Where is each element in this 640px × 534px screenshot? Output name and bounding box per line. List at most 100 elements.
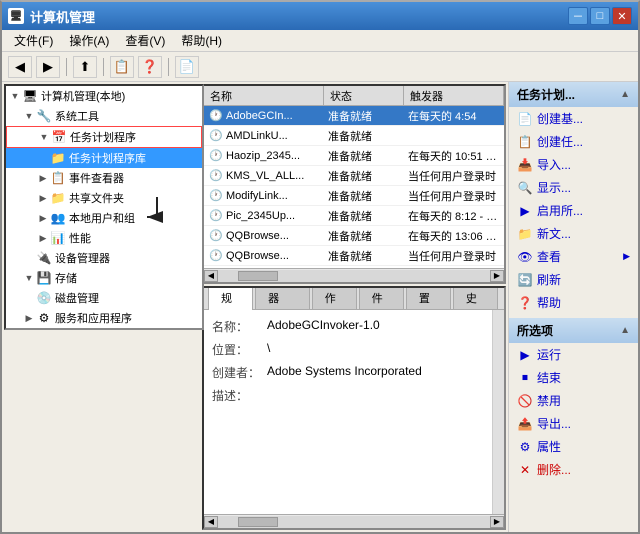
ops-delete[interactable]: ✕ 删除... [509,458,638,481]
end-icon: ⏹ [517,370,533,386]
tab-actions[interactable]: 操作 [312,286,357,309]
tree-task-scheduler[interactable]: ▼ 📅 任务计划程序 [6,126,202,148]
tab-history[interactable]: 历史 [453,286,498,309]
ops-refresh[interactable]: 🔄 刷新 [509,268,638,291]
up-button[interactable]: ⬆ [73,56,97,78]
ops-export[interactable]: 📤 导出... [509,412,638,435]
ops-help[interactable]: ❓ 帮助 [509,291,638,314]
minimize-button[interactable]: － [568,7,588,25]
task-row[interactable]: 🕐 ModifyLink... 准备就绪 当任何用户登录时 [204,186,504,206]
menu-help[interactable]: 帮助(H) [173,30,230,51]
menu-bar: 文件(F) 操作(A) 查看(V) 帮助(H) [2,30,638,52]
task-icon: 📅 [51,129,67,145]
view-icon: 👁 [517,249,533,265]
maximize-button[interactable]: □ [590,7,610,25]
window-title: 计算机管理 [30,7,95,26]
col-header-status[interactable]: 状态 [324,86,404,105]
import-icon: 📥 [517,157,533,173]
tab-triggers[interactable]: 触发器 [255,286,310,309]
task-row[interactable]: 🕐 KMS_VL_ALL... 准备就绪 当任何用户登录时 [204,166,504,186]
ops-create-task[interactable]: 📋 创建任... [509,130,638,153]
ops-view[interactable]: 👁 查看 ▶ [509,245,638,268]
view-arrow-icon: ▶ [623,251,630,262]
detail-label-location: 位置： [212,341,267,358]
help-button[interactable]: ❓ [138,56,162,78]
new-folder-icon: 📁 [517,226,533,242]
disk-icon: 💿 [36,290,52,306]
scroll-right-btn[interactable]: ▶ [490,270,504,282]
ops-show[interactable]: 🔍 显示... [509,176,638,199]
close-button[interactable]: ✕ [612,7,632,25]
ops-properties[interactable]: ⚙ 属性 [509,435,638,458]
forward-button[interactable]: ▶ [36,56,60,78]
task-name-1: 🕐 AMDLinkU... [204,127,324,145]
title-buttons: － □ ✕ [568,7,632,25]
task-trigger-0: 在每天的 4:54 [404,107,504,125]
task-row[interactable]: 🕐 QQBrowse... 准备就绪 在每天的 13:06 - 触发后 [204,226,504,246]
tree-performance[interactable]: ▶ 📊 性能 [6,228,202,248]
storage-icon: 💾 [36,270,52,286]
window-icon: 🖥 [8,8,24,24]
ops-import[interactable]: 📥 导入... [509,153,638,176]
tree-event-label: 事件查看器 [69,170,124,186]
menu-file[interactable]: 文件(F) [6,30,61,51]
task-row-icon-3: 🕐 [208,168,224,184]
scrollbar-track[interactable] [218,270,490,282]
detail-scrollbar-thumb[interactable] [238,517,278,527]
users-icon: 👥 [50,210,66,226]
ops-new-folder[interactable]: 📁 新文... [509,222,638,245]
properties-button[interactable]: 📄 [175,56,199,78]
right-panel: 名称 状态 触发器 🕐 AdobeGCIn... 准备就绪 在每天的 4:54 [202,84,506,530]
scrollbar-thumb[interactable] [238,271,278,281]
task-row[interactable]: 🕐 QQBrowse... 准备就绪 当任何用户登录时 [204,246,504,266]
help-ops-icon: ❓ [517,295,533,311]
ops-enable-all[interactable]: ▶ 启用所... [509,199,638,222]
detail-scroll-right[interactable]: ▶ [490,516,504,528]
tree-system-arrow: ▼ [22,109,36,123]
task-trigger-4: 当任何用户登录时 [404,187,504,205]
ops-end[interactable]: ⏹ 结束 [509,366,638,389]
tab-settings[interactable]: 设置 [406,286,451,309]
tab-general[interactable]: 常规 [208,286,253,310]
task-trigger-1 [404,135,504,137]
tree-root[interactable]: ▼ 🖥 计算机管理(本地) [6,86,202,106]
task-status-2: 准备就绪 [324,147,404,165]
toolbar-separator-3 [168,58,169,76]
col-header-name[interactable]: 名称 [204,86,324,105]
ops-run[interactable]: ▶ 运行 [509,343,638,366]
tab-conditions[interactable]: 条件 [359,286,404,309]
detail-value-author: Adobe Systems Incorporated [267,364,484,378]
detail-scrollbar[interactable] [492,310,504,514]
task-list-scrollbar[interactable]: ◀ ▶ [204,268,504,282]
tree-system-tools[interactable]: ▼ 🔧 系统工具 [6,106,202,126]
task-row[interactable]: 🕐 AMDLinkU... 准备就绪 [204,126,504,146]
col-header-trigger[interactable]: 触发器 [404,86,504,105]
tree-shared-folders[interactable]: ▶ 📁 共享文件夹 [6,188,202,208]
scroll-left-btn[interactable]: ◀ [204,270,218,282]
menu-view[interactable]: 查看(V) [117,30,173,51]
detail-label-author: 创建者： [212,364,267,381]
tree-local-users[interactable]: ▶ 👥 本地用户和组 [6,208,202,228]
detail-bottom-scrollbar[interactable]: ◀ ▶ [204,514,504,528]
operations-panel: 任务计划... ▲ 📄 创建基... 📋 创建任... 📥 导入... 🔍 [508,82,638,532]
tree-task-library[interactable]: 📁 任务计划程序库 [6,148,202,168]
task-row[interactable]: 🕐 AdobeGCIn... 准备就绪 在每天的 4:54 [204,106,504,126]
tree-device-manager[interactable]: 🔌 设备管理器 [6,248,202,268]
show-hide-tree[interactable]: 📋 [110,56,134,78]
ops-disable[interactable]: 🚫 禁用 [509,389,638,412]
menu-action[interactable]: 操作(A) [61,30,117,51]
tree-shared-label: 共享文件夹 [69,190,124,206]
enable-all-icon: ▶ [517,203,533,219]
back-button[interactable]: ◀ [8,56,32,78]
task-row[interactable]: 🕐 Pic_2345Up... 准备就绪 在每天的 8:12 - 触发后 [204,206,504,226]
tree-event-viewer[interactable]: ▶ 📋 事件查看器 [6,168,202,188]
tree-users-label: 本地用户和组 [69,210,135,226]
detail-scroll-left[interactable]: ◀ [204,516,218,528]
task-row[interactable]: 🕐 Haozip_2345... 准备就绪 在每天的 10:51 - 触发后 [204,146,504,166]
tree-disk-management[interactable]: 💿 磁盘管理 [6,288,202,308]
tree-storage[interactable]: ▼ 💾 存储 [6,268,202,288]
ops-create-basic[interactable]: 📄 创建基... [509,107,638,130]
task-status-4: 准备就绪 [324,187,404,205]
detail-scrollbar-track[interactable] [218,516,490,528]
tree-services[interactable]: ▶ ⚙ 服务和应用程序 [6,308,202,328]
